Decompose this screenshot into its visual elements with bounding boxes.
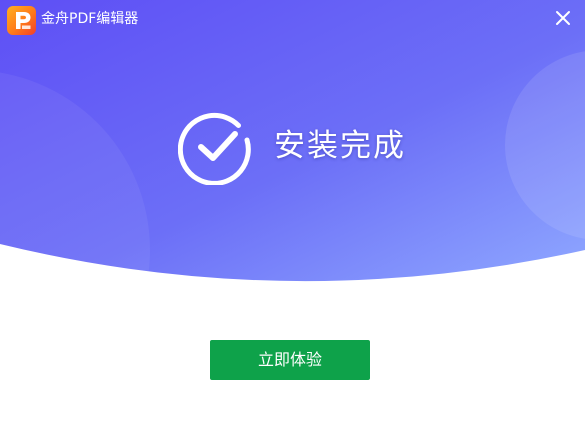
title-bar: 金舟PDF编辑器 xyxy=(0,0,585,40)
try-now-button[interactable]: 立即体验 xyxy=(210,340,370,380)
app-title: 金舟PDF编辑器 xyxy=(41,11,139,27)
app-logo-icon xyxy=(7,6,36,35)
close-icon[interactable] xyxy=(550,5,576,31)
install-complete-text: 安装完成 xyxy=(274,128,406,164)
check-circle-icon xyxy=(178,112,251,185)
installer-window: 金舟PDF编辑器 安装完成 立即体验 xyxy=(0,0,585,428)
